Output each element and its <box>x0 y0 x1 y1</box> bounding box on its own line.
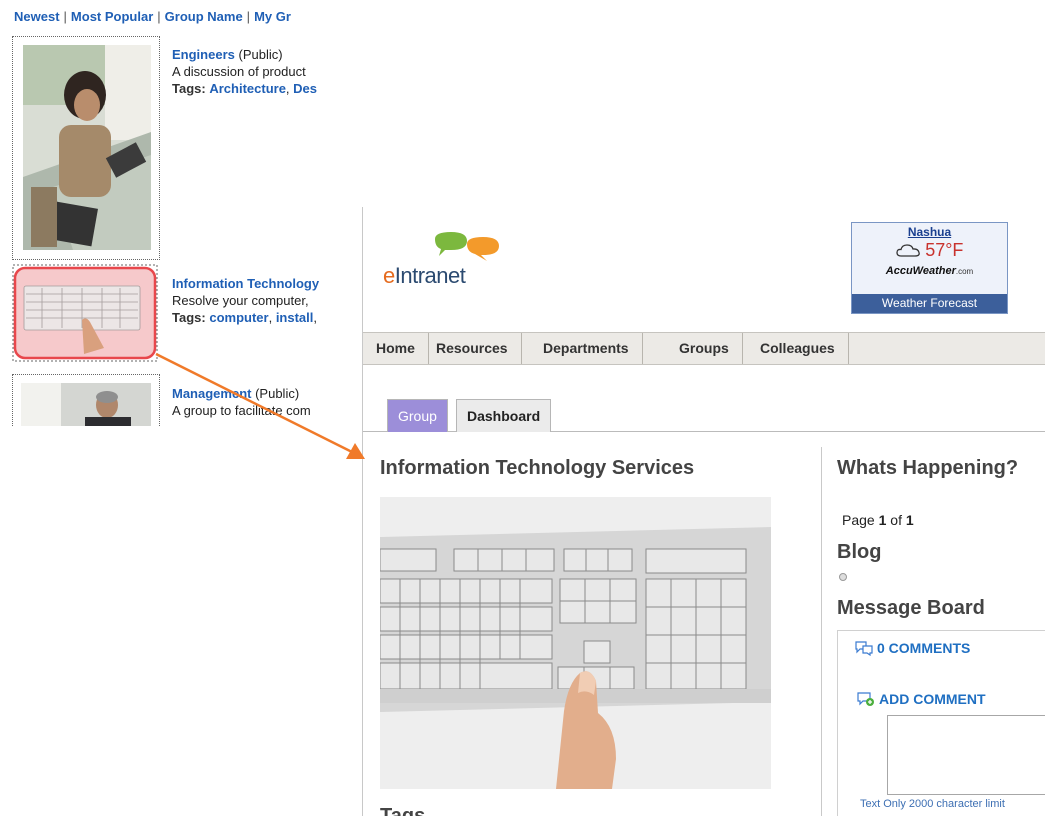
group-page-title: Information Technology Services <box>380 457 695 479</box>
keyboard-photo <box>380 497 771 789</box>
blog-heading: Blog <box>837 541 882 563</box>
logo-text: eIntranet <box>383 263 466 288</box>
whats-happening-column: Whats Happening? Page 1 of 1 Blog Messag… <box>837 207 1045 816</box>
group-engineers-info: Engineers (Public) A discussion of produ… <box>172 47 318 96</box>
tags-heading: Tags <box>380 805 426 816</box>
nav-colleagues[interactable]: Colleagues <box>747 333 849 364</box>
sort-newest-link[interactable]: Newest <box>14 9 60 24</box>
whats-happening-heading: Whats Happening? <box>837 457 1019 479</box>
sort-group-name-link[interactable]: Group Name <box>165 9 243 24</box>
group-photo <box>380 497 771 789</box>
group-title-information-technology[interactable]: Information Technology <box>172 276 319 291</box>
tags-label: Tags: <box>172 81 206 96</box>
nav-home[interactable]: Home <box>363 333 429 364</box>
comment-textarea[interactable] <box>887 715 1045 795</box>
nav-resources[interactable]: Resources <box>423 333 522 364</box>
group-description: A discussion of product <box>172 64 306 79</box>
group-management-info: Management (Public) A group to facilitat… <box>172 385 311 419</box>
nav-departments[interactable]: Departments <box>530 333 643 364</box>
tag-link-computer[interactable]: computer <box>209 310 268 325</box>
nav-groups[interactable]: Groups <box>666 333 743 364</box>
keyboard-photo-small <box>12 264 158 362</box>
group-list-panel: Newest | Most Popular | Group Name | My Gr Eng… <box>0 0 343 426</box>
comments-link[interactable]: 0 COMMENTS <box>854 640 970 657</box>
tab-dashboard[interactable]: Dashboard <box>456 399 552 432</box>
page-indicator: Page 1 of 1 <box>842 512 914 528</box>
sort-most-popular-link[interactable]: Most Popular <box>71 9 153 24</box>
tag-link-install[interactable]: install <box>276 310 314 325</box>
group-description: A group to facilitate com <box>172 403 311 418</box>
tag-link-des[interactable]: Des <box>293 81 317 96</box>
group-visibility: (Public) <box>238 47 283 62</box>
sort-bar: Newest | Most Popular | Group Name | My Gr <box>14 9 291 24</box>
blog-bullet-icon <box>839 573 847 581</box>
add-comment-icon <box>857 692 874 706</box>
group-page-window: eIntranet Nashua 57°F AccuWeather.com We… <box>362 207 1045 816</box>
tags-label: Tags: <box>172 310 206 325</box>
add-comment-link[interactable]: ADD COMMENT <box>856 691 986 707</box>
group-title-engineers[interactable]: Engineers <box>172 47 235 62</box>
management-thumbnail[interactable] <box>12 374 160 426</box>
column-divider <box>821 447 822 816</box>
group-it-info: Information Technology Resolve your comp… <box>172 276 320 325</box>
sort-separator: | <box>63 9 67 24</box>
character-limit-note: Text Only 2000 character limit <box>860 798 1005 810</box>
sort-my-groups-link[interactable]: My Gr <box>254 9 291 24</box>
engineer-photo <box>13 37 159 259</box>
sort-separator: | <box>246 9 251 24</box>
comments-icon <box>855 641 873 657</box>
group-title-management[interactable]: Management <box>172 386 251 401</box>
manager-photo <box>21 383 151 426</box>
tab-group[interactable]: Group <box>387 399 448 432</box>
eintranet-logo[interactable]: eIntranet <box>383 227 513 297</box>
speech-bubbles-icon <box>435 232 499 261</box>
sort-separator: | <box>157 9 161 24</box>
engineers-thumbnail[interactable] <box>12 36 160 260</box>
it-thumbnail[interactable] <box>12 264 160 364</box>
message-board-heading: Message Board <box>837 597 985 619</box>
group-visibility: (Public) <box>255 386 300 401</box>
tag-link-architecture[interactable]: Architecture <box>209 81 286 96</box>
group-description: Resolve your computer, <box>172 293 309 308</box>
